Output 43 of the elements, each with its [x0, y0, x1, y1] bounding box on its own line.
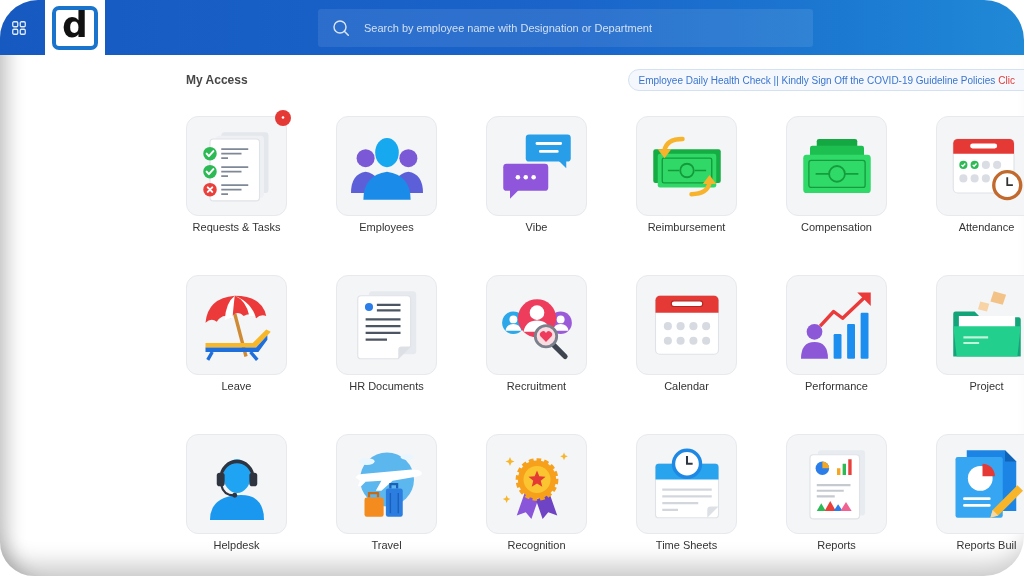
- app-tile[interactable]: [186, 434, 287, 534]
- app-label: Recognition: [507, 538, 566, 552]
- app-tile[interactable]: [486, 116, 587, 216]
- app-label: Time Sheets: [655, 538, 718, 552]
- app-label: Travel: [371, 538, 402, 552]
- app-tile[interactable]: [936, 275, 1024, 375]
- app-label: Performance: [805, 379, 868, 393]
- app-label: Calendar: [664, 379, 709, 393]
- app-tile[interactable]: [186, 275, 287, 375]
- app-label: Compensation: [801, 220, 872, 234]
- app-tile[interactable]: [786, 116, 887, 216]
- app-tile[interactable]: [636, 434, 737, 534]
- app-tile[interactable]: [336, 116, 437, 216]
- app-tile[interactable]: [936, 434, 1024, 534]
- app-label: Requests & Tasks: [192, 220, 281, 234]
- growth-chart-icon: [800, 289, 873, 361]
- app-tile[interactable]: [936, 116, 1024, 216]
- search-icon: [333, 19, 349, 36]
- app-label: Attendance: [958, 220, 1015, 234]
- app-label: Recruitment: [506, 379, 567, 393]
- app-tile[interactable]: [486, 434, 587, 534]
- section-title: My Access: [186, 73, 248, 87]
- logo[interactable]: d: [52, 5, 98, 50]
- app-label: Project: [969, 379, 1004, 393]
- app-label: Reports Buil: [956, 538, 1017, 552]
- app-label: Vibe: [525, 220, 548, 234]
- app-label: HR Documents: [349, 379, 424, 393]
- app-tile[interactable]: [636, 116, 737, 216]
- app-label: Helpdesk: [213, 538, 260, 552]
- app-label: Reports: [817, 538, 856, 552]
- app-tile[interactable]: [486, 275, 587, 375]
- app-tile[interactable]: [636, 275, 737, 375]
- app-label: Leave: [221, 379, 252, 393]
- app-tile[interactable]: [786, 434, 887, 534]
- app-tile[interactable]: [786, 275, 887, 375]
- app-label: Reimbursement: [647, 220, 726, 234]
- grid-icon[interactable]: [12, 20, 26, 35]
- app-tile[interactable]: [336, 434, 437, 534]
- app-tile[interactable]: [186, 116, 287, 216]
- announcement-text: Employee Daily Health Check || Kindly Sign Off the COVID-19 Guideline Policies: [638, 74, 996, 86]
- app-tile[interactable]: [336, 275, 437, 375]
- announcement-link[interactable]: Clic: [998, 74, 1015, 86]
- app-label: Employees: [359, 220, 414, 234]
